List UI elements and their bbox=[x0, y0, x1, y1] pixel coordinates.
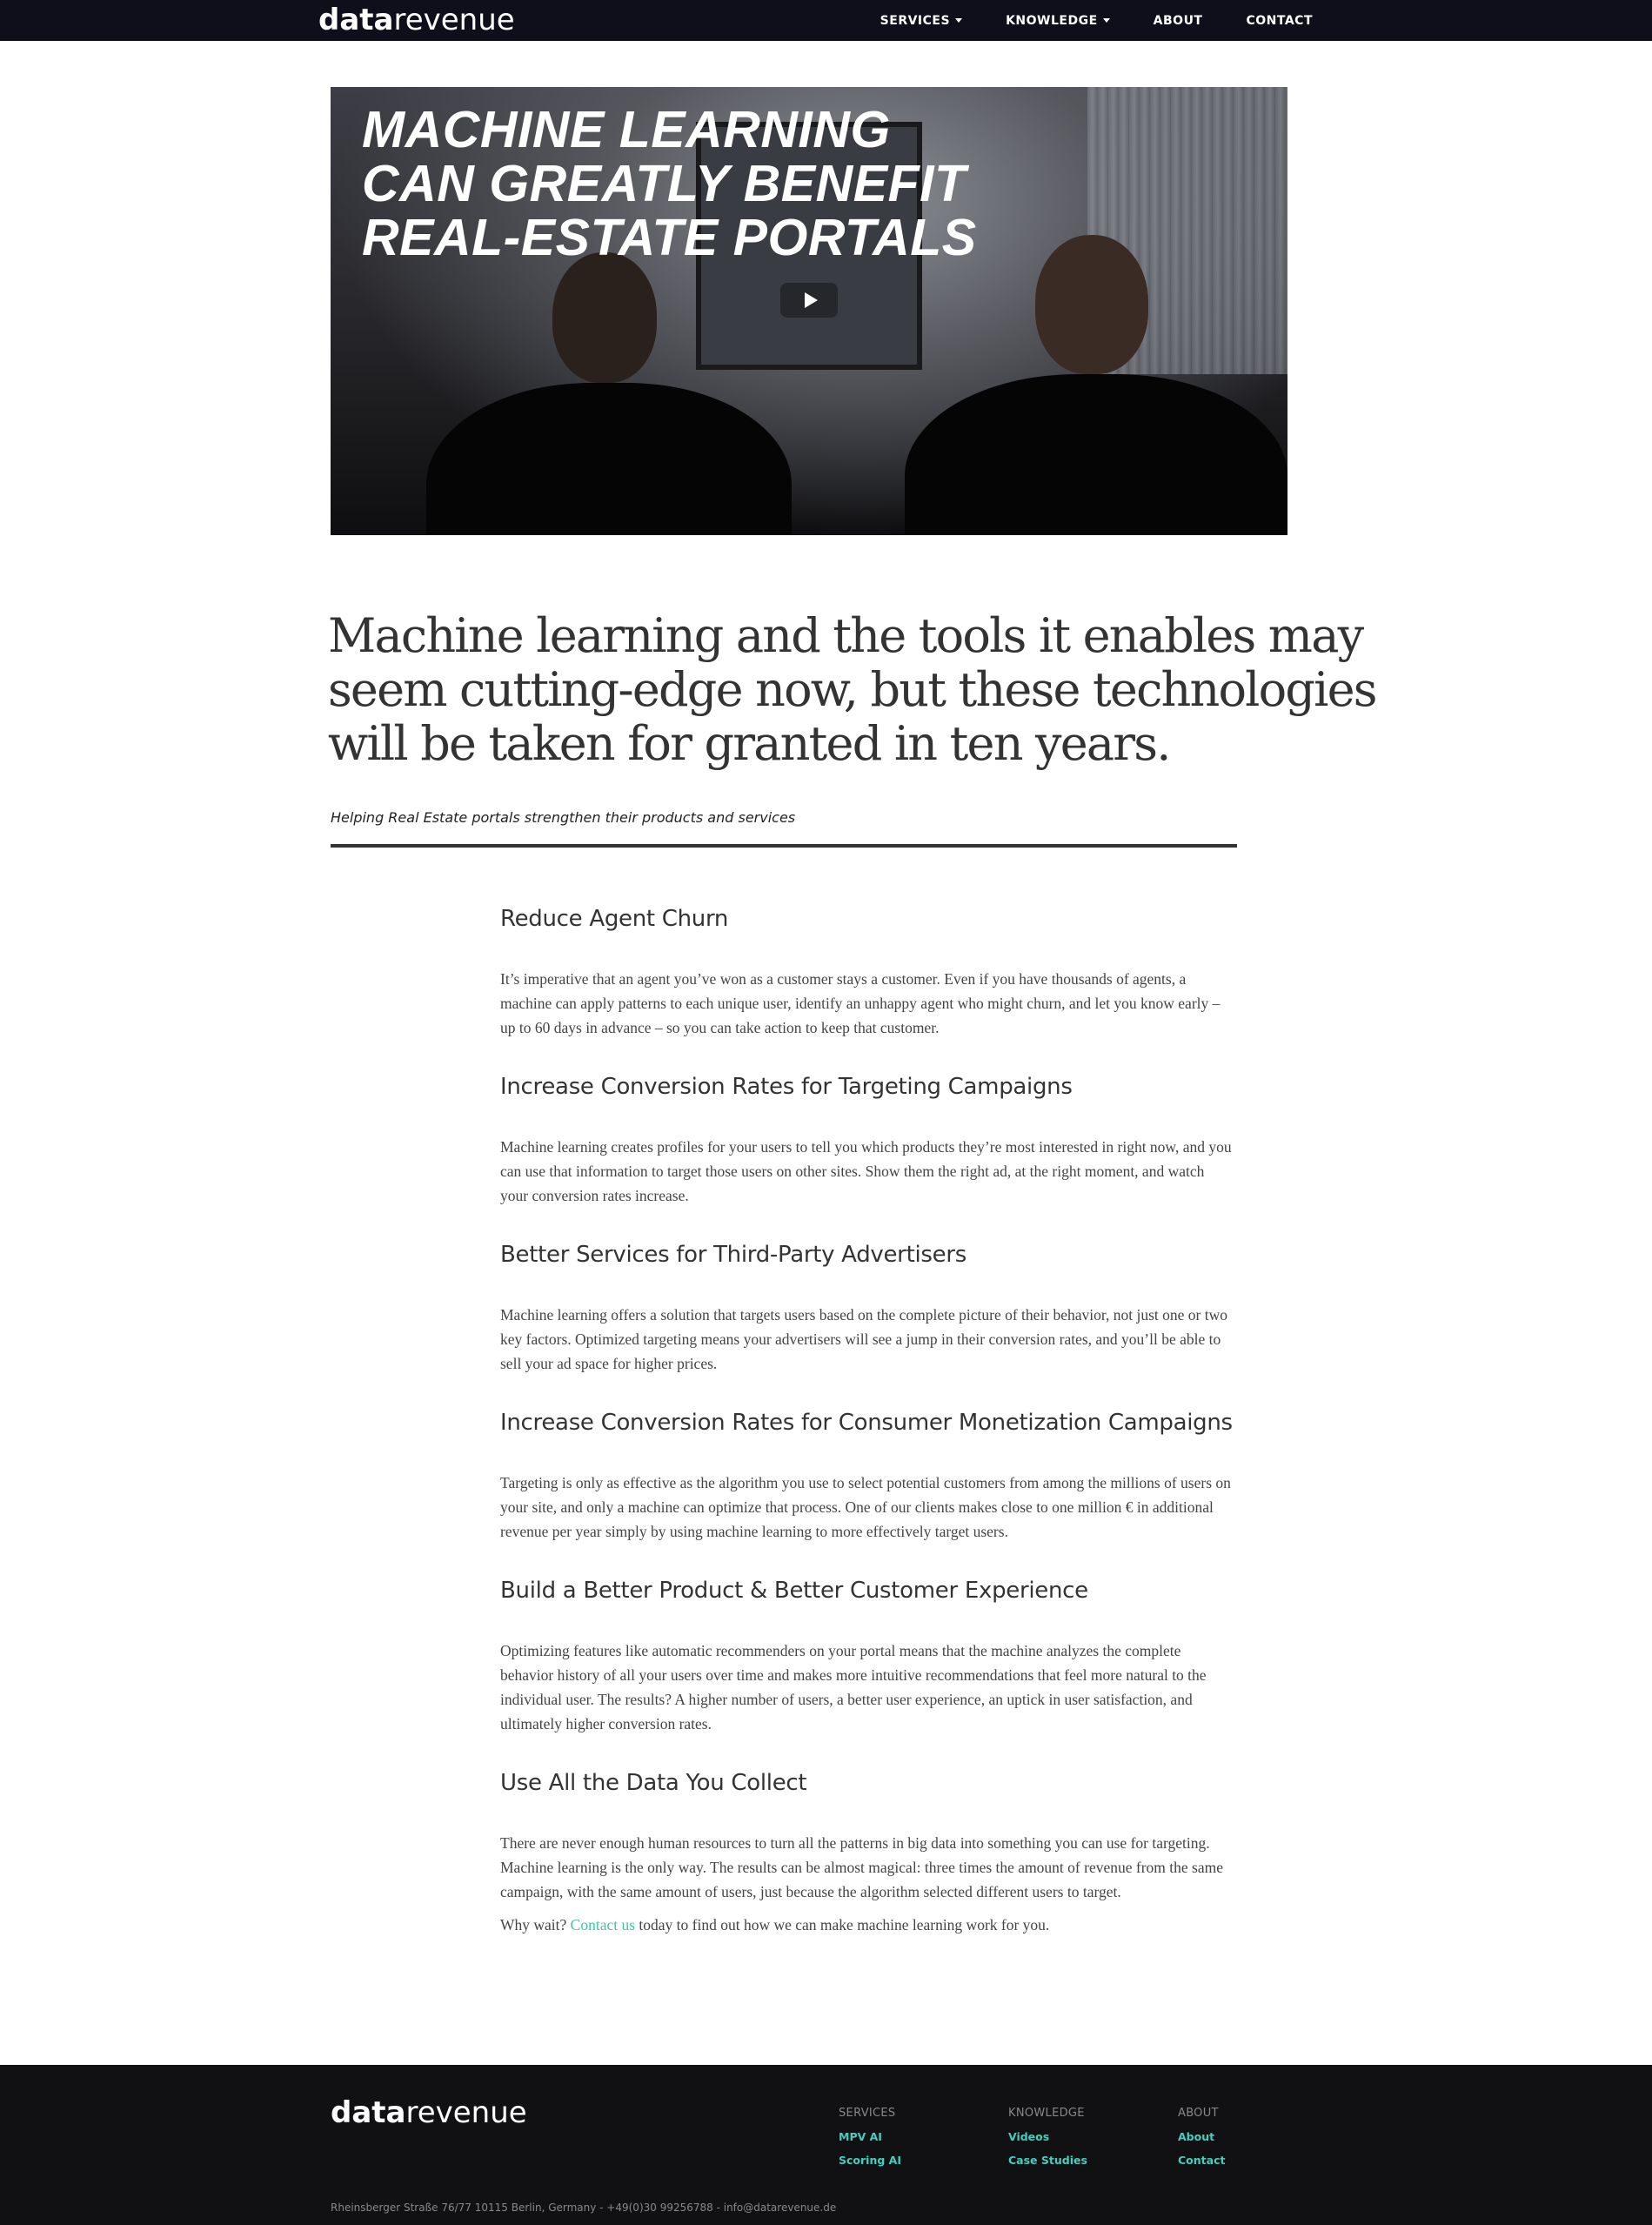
footer-logo-bold: data bbox=[331, 2095, 406, 2130]
section-body: Machine learning creates profiles for yo… bbox=[500, 1138, 1232, 1204]
nav-knowledge[interactable]: KNOWLEDGE bbox=[1006, 14, 1110, 28]
section: Use All the Data You Collect There are n… bbox=[500, 1769, 1235, 1904]
section-body: Targeting is only as effective as the al… bbox=[500, 1474, 1231, 1540]
footer-column-knowledge: KNOWLEDGE Videos Case Studies bbox=[1008, 2107, 1087, 2177]
caret-down-icon bbox=[1102, 18, 1110, 23]
lead-statement: Machine learning and the tools it enable… bbox=[328, 608, 1377, 771]
footer-column-about: ABOUT About Contact bbox=[1178, 2107, 1225, 2177]
footer-link-videos[interactable]: Videos bbox=[1008, 2130, 1087, 2143]
closing-text-before: Why wait? bbox=[500, 1916, 571, 1933]
hero-title: MACHINE LEARNING CAN GREATLY BENEFIT REA… bbox=[362, 103, 977, 265]
hero-video[interactable]: MACHINE LEARNING CAN GREATLY BENEFIT REA… bbox=[331, 87, 1287, 535]
caret-down-icon bbox=[955, 18, 963, 23]
article-content: Reduce Agent Churn It’s imperative that … bbox=[500, 905, 1235, 1937]
hero-title-line: CAN GREATLY BENEFIT bbox=[362, 155, 966, 212]
section-heading: Reduce Agent Churn bbox=[500, 906, 729, 932]
footer: datarevenue SERVICES MPV AI Scoring AI K… bbox=[0, 2065, 1652, 2225]
nav-services-label: SERVICES bbox=[880, 13, 951, 28]
section: Better Services for Third-Party Advertis… bbox=[500, 1241, 1235, 1376]
footer-column-title: KNOWLEDGE bbox=[1008, 2107, 1085, 2120]
nav-knowledge-label: KNOWLEDGE bbox=[1006, 13, 1098, 28]
footer-link-about[interactable]: About bbox=[1178, 2130, 1225, 2143]
hero-title-line: REAL-ESTATE PORTALS bbox=[362, 209, 977, 266]
divider bbox=[331, 844, 1237, 848]
lead-line: seem cutting-edge now, but these technol… bbox=[328, 662, 1377, 717]
nav-about-label: ABOUT bbox=[1153, 13, 1203, 28]
nav-contact-label: CONTACT bbox=[1246, 13, 1313, 28]
closing-paragraph: Why wait? Contact us today to find out h… bbox=[500, 1913, 1235, 1937]
footer-link-contact[interactable]: Contact bbox=[1178, 2154, 1225, 2167]
section: Increase Conversion Rates for Consumer M… bbox=[500, 1409, 1235, 1544]
brand-logo[interactable]: datarevenue bbox=[318, 2, 515, 38]
top-navbar: datarevenue SERVICES KNOWLEDGE ABOUT CON… bbox=[0, 0, 1652, 41]
section-body: Optimizing features like automatic recom… bbox=[500, 1642, 1207, 1732]
section-body: It’s imperative that an agent you’ve won… bbox=[500, 970, 1221, 1036]
footer-column-title: ABOUT bbox=[1178, 2107, 1219, 2120]
footer-address: Rheinsberger Straße 76/77 10115 Berlin, … bbox=[331, 2202, 837, 2214]
section-heading: Build a Better Product & Better Customer… bbox=[500, 1578, 1088, 1604]
section-heading: Increase Conversion Rates for Consumer M… bbox=[500, 1410, 1233, 1436]
footer-logo[interactable]: datarevenue bbox=[331, 2094, 527, 2131]
hero-title-line: MACHINE LEARNING bbox=[362, 101, 891, 158]
footer-column-services: SERVICES MPV AI Scoring AI bbox=[839, 2107, 901, 2177]
section: Reduce Agent Churn It’s imperative that … bbox=[500, 905, 1235, 1040]
contact-us-link[interactable]: Contact us bbox=[571, 1916, 635, 1933]
section-body: There are never enough human resources t… bbox=[500, 1834, 1223, 1900]
section-heading: Use All the Data You Collect bbox=[500, 1770, 807, 1796]
lead-line: will be taken for granted in ten years. bbox=[328, 716, 1171, 771]
logo-light-text: revenue bbox=[393, 3, 515, 37]
footer-link-scoring-ai[interactable]: Scoring AI bbox=[839, 2154, 901, 2167]
section-heading: Increase Conversion Rates for Targeting … bbox=[500, 1074, 1073, 1100]
nav-services[interactable]: SERVICES bbox=[880, 13, 963, 28]
section: Build a Better Product & Better Customer… bbox=[500, 1577, 1235, 1736]
lead-line: Machine learning and the tools it enable… bbox=[328, 608, 1364, 663]
closing-text-after: today to find out how we can make machin… bbox=[635, 1916, 1050, 1933]
footer-column-title: SERVICES bbox=[839, 2107, 896, 2120]
footer-link-case-studies[interactable]: Case Studies bbox=[1008, 2154, 1087, 2167]
main-nav: SERVICES KNOWLEDGE ABOUT CONTACT bbox=[837, 0, 1313, 41]
logo-bold-text: data bbox=[318, 3, 394, 37]
section-body: Machine learning offers a solution that … bbox=[500, 1306, 1227, 1372]
nav-contact[interactable]: CONTACT bbox=[1246, 14, 1313, 28]
section: Increase Conversion Rates for Targeting … bbox=[500, 1073, 1235, 1208]
play-icon[interactable] bbox=[780, 283, 838, 318]
section-heading: Better Services for Third-Party Advertis… bbox=[500, 1242, 966, 1268]
footer-logo-light: revenue bbox=[405, 2095, 527, 2130]
nav-about[interactable]: ABOUT bbox=[1154, 14, 1203, 28]
tagline: Helping Real Estate portals strengthen t… bbox=[331, 809, 796, 826]
footer-link-mpv-ai[interactable]: MPV AI bbox=[839, 2130, 901, 2143]
